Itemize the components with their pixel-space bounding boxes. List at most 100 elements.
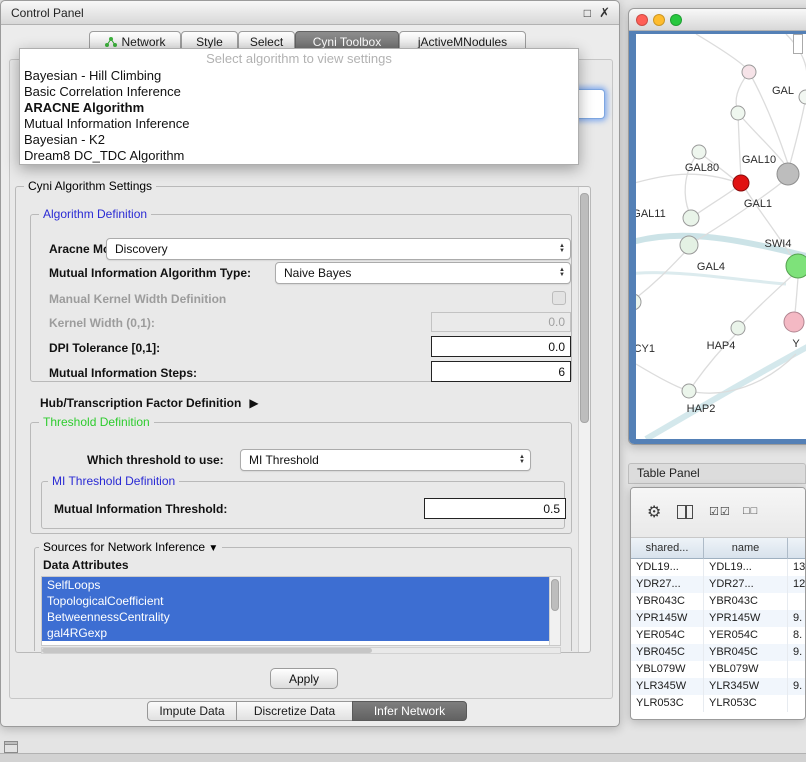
dropdown-item-bayesian-k2[interactable]: Bayesian - K2 bbox=[20, 132, 578, 148]
cell-shared-name: YBR043C bbox=[631, 593, 704, 610]
dpi-tolerance-input[interactable]: 0.0 bbox=[431, 336, 571, 357]
network-node[interactable] bbox=[636, 294, 641, 310]
cell-value: 12 bbox=[788, 576, 806, 593]
aracne-mode-select[interactable]: Discovery ▲▼ bbox=[106, 238, 571, 260]
combo-arrows-icon: ▲▼ bbox=[559, 244, 565, 254]
settings-scrollbar-thumb[interactable] bbox=[580, 193, 589, 423]
apply-button-label: Apply bbox=[289, 672, 319, 686]
table-row[interactable]: YLR053C YLR053C bbox=[631, 695, 806, 712]
cell-name: YDL19... bbox=[704, 559, 788, 576]
tab-label: Select bbox=[250, 35, 283, 49]
cell-name: YBR045C bbox=[704, 644, 788, 661]
field-value: 0.0 bbox=[548, 340, 565, 354]
network-node-gray[interactable] bbox=[777, 163, 799, 185]
select-all-checks-icon[interactable]: ☑☑ bbox=[709, 505, 731, 518]
mi-threshold-input[interactable]: 0.5 bbox=[424, 498, 566, 519]
algorithm-dropdown-popup: Select algorithm to view settings Bayesi… bbox=[19, 48, 579, 165]
cell-name: YER054C bbox=[704, 627, 788, 644]
tab-label: Infer Network bbox=[374, 704, 445, 718]
collapsed-window-icon[interactable] bbox=[4, 741, 18, 753]
attributes-list-scrollbar[interactable] bbox=[549, 577, 560, 645]
close-traffic-light[interactable] bbox=[636, 14, 648, 26]
network-node[interactable] bbox=[731, 106, 745, 120]
tab-label: Style bbox=[196, 35, 223, 49]
tab-label: Impute Data bbox=[159, 704, 224, 718]
bottom-tab-impute-data[interactable]: Impute Data bbox=[147, 701, 237, 721]
close-window-icon[interactable]: ✗ bbox=[599, 1, 610, 25]
network-node[interactable] bbox=[692, 145, 706, 159]
tab-label: Discretize Data bbox=[254, 704, 335, 718]
deselect-all-checks-icon[interactable]: □□ bbox=[743, 505, 758, 517]
minimize-traffic-light[interactable] bbox=[653, 14, 665, 26]
which-threshold-select[interactable]: MI Threshold ▲▼ bbox=[240, 449, 531, 471]
dropdown-item-dream8[interactable]: Dream8 DC_TDC Algorithm bbox=[20, 148, 578, 164]
network-node-green[interactable] bbox=[786, 254, 806, 278]
table-row[interactable]: YDR27... YDR27... 12 bbox=[631, 576, 806, 593]
cell-value: 9. bbox=[788, 610, 806, 627]
table-row[interactable]: YBL079W YBL079W bbox=[631, 661, 806, 678]
dropdown-item-bayesian-hill[interactable]: Bayesian - Hill Climbing bbox=[20, 68, 578, 84]
network-node[interactable] bbox=[742, 65, 756, 79]
mi-type-select[interactable]: Naive Bayes ▲▼ bbox=[275, 262, 571, 284]
attribute-item[interactable]: SelfLoops bbox=[42, 577, 549, 593]
control-panel-titlebar[interactable]: Control Panel □ ✗ bbox=[1, 1, 619, 25]
bottom-tab-infer-network[interactable]: Infer Network bbox=[352, 701, 467, 721]
network-node-red[interactable] bbox=[733, 175, 749, 191]
network-node[interactable] bbox=[731, 321, 745, 335]
network-window-titlebar[interactable] bbox=[629, 9, 806, 31]
attribute-item[interactable]: BetweennessCentrality bbox=[42, 609, 549, 625]
cell-name: YPR145W bbox=[704, 610, 788, 627]
hub-section-toggle[interactable]: Hub/Transcription Factor Definition ▶ bbox=[40, 395, 259, 411]
table-row[interactable]: YBR043C YBR043C bbox=[631, 593, 806, 610]
table-row[interactable]: YPR145W YPR145W 9. bbox=[631, 610, 806, 627]
network-node[interactable] bbox=[682, 384, 696, 398]
table-row[interactable]: YLR345W YLR345W 9. bbox=[631, 678, 806, 695]
network-canvas[interactable]: GAL GAL80 GAL10 GAL11 GAL1 SWI4 GAL4 GCY… bbox=[636, 34, 806, 439]
attributes-scrollbar-thumb[interactable] bbox=[551, 579, 559, 611]
gear-icon[interactable]: ⚙ bbox=[647, 502, 661, 522]
columns-icon[interactable] bbox=[677, 505, 693, 519]
field-value: 0.5 bbox=[543, 502, 560, 516]
attributes-list[interactable]: SelfLoops TopologicalCoefficient Between… bbox=[41, 576, 561, 646]
network-node[interactable] bbox=[680, 236, 698, 254]
manual-kernel-label: Manual Kernel Width Definition bbox=[49, 292, 226, 306]
float-window-icon[interactable]: □ bbox=[584, 1, 591, 25]
tab-label: Cyni Toolbox bbox=[313, 35, 381, 49]
bottom-tab-discretize-data[interactable]: Discretize Data bbox=[236, 701, 353, 721]
kernel-width-input[interactable]: 0.0 bbox=[431, 312, 571, 332]
control-panel-window: Control Panel □ ✗ Network Style Select C… bbox=[0, 0, 620, 727]
dropdown-item-aracne[interactable]: ARACNE Algorithm bbox=[20, 100, 578, 116]
hub-section-label: Hub/Transcription Factor Definition bbox=[40, 396, 241, 410]
sources-toggle[interactable]: Sources for Network Inference ▼ bbox=[39, 540, 222, 556]
attributes-hscrollbar[interactable] bbox=[41, 647, 561, 654]
attributes-hscrollbar-thumb[interactable] bbox=[42, 648, 372, 653]
dropdown-item-basic-correlation[interactable]: Basic Correlation Inference bbox=[20, 84, 578, 100]
dropdown-item-mutual-information[interactable]: Mutual Information Inference bbox=[20, 116, 578, 132]
network-node[interactable] bbox=[683, 210, 699, 226]
cell-name: YBR043C bbox=[704, 593, 788, 610]
manual-kernel-checkbox[interactable] bbox=[552, 291, 566, 305]
network-view-window: GAL GAL80 GAL10 GAL11 GAL1 SWI4 GAL4 GCY… bbox=[628, 8, 806, 445]
table-row[interactable]: YDL19... YDL19... 13 bbox=[631, 559, 806, 576]
column-header-partial[interactable] bbox=[788, 538, 806, 559]
table-panel-titlebar[interactable]: Table Panel bbox=[628, 463, 806, 484]
apply-button[interactable]: Apply bbox=[270, 668, 338, 689]
network-node[interactable] bbox=[799, 90, 806, 104]
field-value: 0.0 bbox=[548, 315, 565, 329]
zoom-traffic-light[interactable] bbox=[670, 14, 682, 26]
mi-steps-input[interactable]: 6 bbox=[431, 361, 571, 382]
sources-title: Sources for Network Inference bbox=[43, 540, 205, 554]
attribute-item[interactable]: TopologicalCoefficient bbox=[42, 593, 549, 609]
table-row[interactable]: YBR045C YBR045C 9. bbox=[631, 644, 806, 661]
canvas-scrollbar-fragment[interactable] bbox=[793, 34, 803, 54]
attribute-item[interactable]: gal4RGexp bbox=[42, 625, 549, 641]
settings-scrollbar[interactable] bbox=[578, 187, 590, 652]
cell-value: 9. bbox=[788, 678, 806, 695]
column-header-shared-name[interactable]: shared... bbox=[631, 538, 704, 559]
group-title: Cyni Algorithm Settings bbox=[24, 179, 156, 193]
mi-threshold-label: Mutual Information Threshold: bbox=[54, 502, 227, 516]
table-row[interactable]: YER054C YER054C 8. bbox=[631, 627, 806, 644]
network-node-pink[interactable] bbox=[784, 312, 804, 332]
cell-value: 13 bbox=[788, 559, 806, 576]
column-header-name[interactable]: name bbox=[704, 538, 788, 559]
